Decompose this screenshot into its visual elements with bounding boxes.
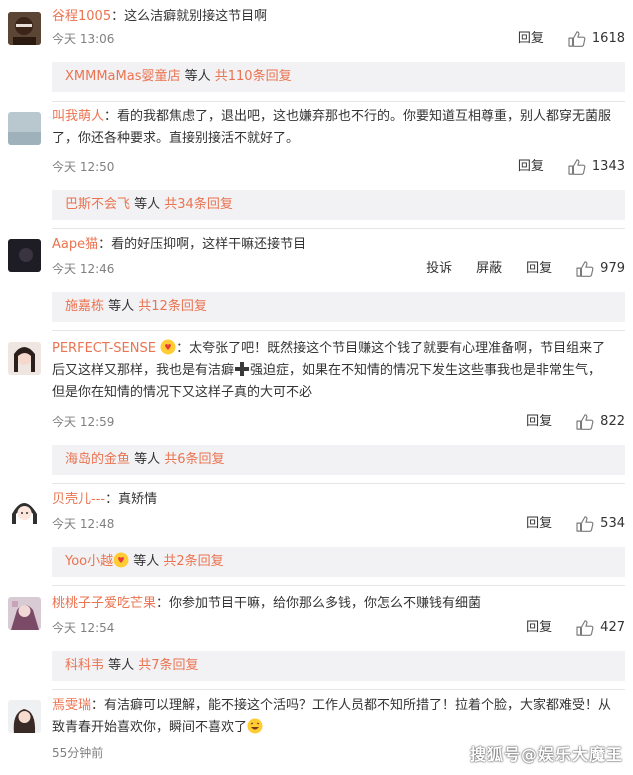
username[interactable]: PERFECT-SENSE: [52, 341, 156, 356]
avatar[interactable]: [8, 342, 41, 375]
like-count: 822: [600, 414, 625, 429]
username[interactable]: 焉雯瑞: [52, 698, 91, 713]
timestamp: 今天 12:54: [52, 621, 115, 635]
comment-text: 强迫症，如果在不知情的情况下发生这些事我也是非常生气，: [250, 363, 602, 378]
timestamp: 今天 13:06: [52, 32, 115, 46]
thumbs-up-icon: [576, 516, 594, 532]
reply-button[interactable]: 回复: [518, 28, 544, 50]
reply-button[interactable]: 回复: [526, 617, 552, 639]
divider: [52, 228, 625, 229]
comment-text: ：这么洁癖就别接这节目啊: [111, 9, 268, 24]
like-count: 979: [600, 261, 625, 276]
like-button[interactable]: 979: [576, 258, 625, 280]
reply-count[interactable]: 共110条回复: [215, 69, 292, 84]
like-button[interactable]: 427: [576, 617, 625, 639]
timestamp: 今天 12:50: [52, 160, 115, 174]
comment-text: ：看的好压抑啊，这样干嘛还接节目: [98, 237, 307, 252]
reply-button[interactable]: 回复: [526, 411, 552, 433]
like-count: 1343: [591, 159, 625, 174]
like-button[interactable]: 822: [576, 411, 625, 433]
avatar[interactable]: [8, 494, 41, 527]
like-button[interactable]: 1343: [568, 156, 625, 178]
divider: [52, 330, 625, 331]
replies-summary[interactable]: 施嘉栋 等人 共12条回复: [52, 292, 625, 322]
divider: [52, 101, 625, 102]
avatar[interactable]: [8, 112, 41, 145]
reply-count[interactable]: 共12条回复: [138, 299, 207, 314]
comment-text: 后又这样又那样，我也是有洁癖: [52, 363, 235, 378]
reply-user[interactable]: 海岛的金鱼: [65, 452, 130, 467]
comment-text: 但是你在知情的情况下又这样子真的大可不必: [52, 385, 313, 400]
reply-count[interactable]: 共6条回复: [164, 452, 224, 467]
reply-user[interactable]: 科科韦: [65, 658, 104, 673]
username[interactable]: 贝壳儿---: [52, 492, 105, 507]
thumbs-up-icon: [568, 31, 586, 47]
comment-text: 了，你还各种要求。直接别接活不就好了。: [52, 131, 300, 146]
replies-summary[interactable]: 海岛的金鱼 等人 共6条回复: [52, 445, 625, 475]
timestamp: 今天 12:48: [52, 517, 115, 531]
replies-summary[interactable]: 巴斯不会飞 等人 共34条回复: [52, 190, 625, 220]
replies-summary[interactable]: 科科韦 等人 共7条回复: [52, 651, 625, 681]
avatar[interactable]: [8, 700, 41, 733]
reply-user[interactable]: XMMMaMas婴童店: [65, 69, 180, 84]
reply-button[interactable]: 回复: [518, 156, 544, 178]
comment-text: ：太夸张了吧！既然接这个节目赚这个钱了就要有心理准备啊，节目组来了: [176, 341, 606, 356]
avatar[interactable]: [8, 12, 41, 45]
username[interactable]: 叫我萌人: [52, 109, 104, 124]
comment-text: ：你参加节目干嘛，给你那么多钱，你怎么不赚钱有细菌: [156, 596, 482, 611]
avatar[interactable]: [8, 239, 41, 272]
comment-text: ：看的我都焦虑了，退出吧，这也嫌弃那也不行的。你要知道互相尊重，别人都穿无菌服: [104, 109, 612, 124]
divider: [52, 483, 625, 484]
reply-user[interactable]: Yoo小越: [65, 554, 113, 569]
thumbs-up-icon: [568, 159, 586, 175]
heart-emoji-icon: [113, 552, 129, 568]
like-count: 1618: [591, 31, 625, 46]
block-button[interactable]: 屏蔽: [476, 258, 502, 280]
thumbs-up-icon: [576, 261, 594, 277]
reply-count[interactable]: 共2条回复: [163, 554, 223, 569]
reply-count[interactable]: 共34条回复: [164, 197, 233, 212]
laugh-emoji-icon: [247, 718, 263, 734]
reply-user[interactable]: 巴斯不会飞: [65, 197, 130, 212]
like-count: 534: [600, 516, 625, 531]
timestamp: 55分钟前: [52, 746, 104, 760]
username[interactable]: Aape猫: [52, 237, 98, 252]
watermark: 搜狐号@娱乐大魔王: [469, 745, 623, 764]
comment-text: ：有洁癖可以理解，能不接这个活吗？工作人员都不知所措了！拉着个脸，大家都难受！从: [91, 698, 612, 713]
like-button[interactable]: 534: [576, 513, 625, 535]
username[interactable]: 谷程1005: [52, 9, 111, 24]
thumbs-up-icon: [576, 620, 594, 636]
report-button[interactable]: 投诉: [426, 258, 452, 280]
reply-button[interactable]: 回复: [526, 513, 552, 535]
like-button[interactable]: 1618: [568, 28, 625, 50]
timestamp: 今天 12:59: [52, 415, 115, 429]
comment-text: 致青春开始喜欢你，瞬间不喜欢了: [52, 720, 248, 735]
replies-summary[interactable]: Yoo小越 等人 共2条回复: [52, 547, 625, 577]
heart-emoji-icon: [160, 339, 176, 355]
reply-user[interactable]: 施嘉栋: [65, 299, 104, 314]
reply-button[interactable]: 回复: [526, 258, 552, 280]
plus-emoji-icon: [235, 362, 250, 376]
divider: [52, 585, 625, 586]
replies-summary[interactable]: XMMMaMas婴童店 等人 共110条回复: [52, 62, 625, 92]
comment-text: ：真矫情: [105, 492, 158, 507]
timestamp: 今天 12:46: [52, 262, 115, 276]
avatar[interactable]: [8, 597, 41, 630]
like-count: 427: [600, 620, 625, 635]
reply-count[interactable]: 共7条回复: [138, 658, 198, 673]
username[interactable]: 桃桃子子爱吃芒果: [52, 596, 156, 611]
thumbs-up-icon: [576, 414, 594, 430]
divider: [52, 689, 625, 690]
